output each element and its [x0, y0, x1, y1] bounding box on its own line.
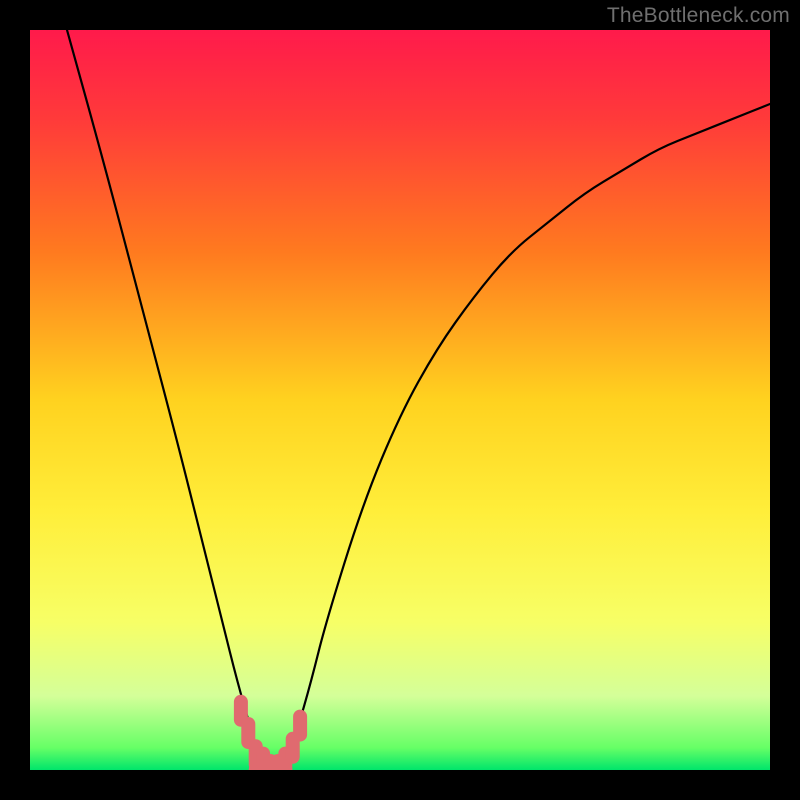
chart-frame: TheBottleneck.com — [0, 0, 800, 800]
gradient-background — [30, 30, 770, 770]
bottleneck-chart — [30, 30, 770, 770]
attribution-text: TheBottleneck.com — [607, 4, 790, 28]
plot-area — [30, 30, 770, 770]
